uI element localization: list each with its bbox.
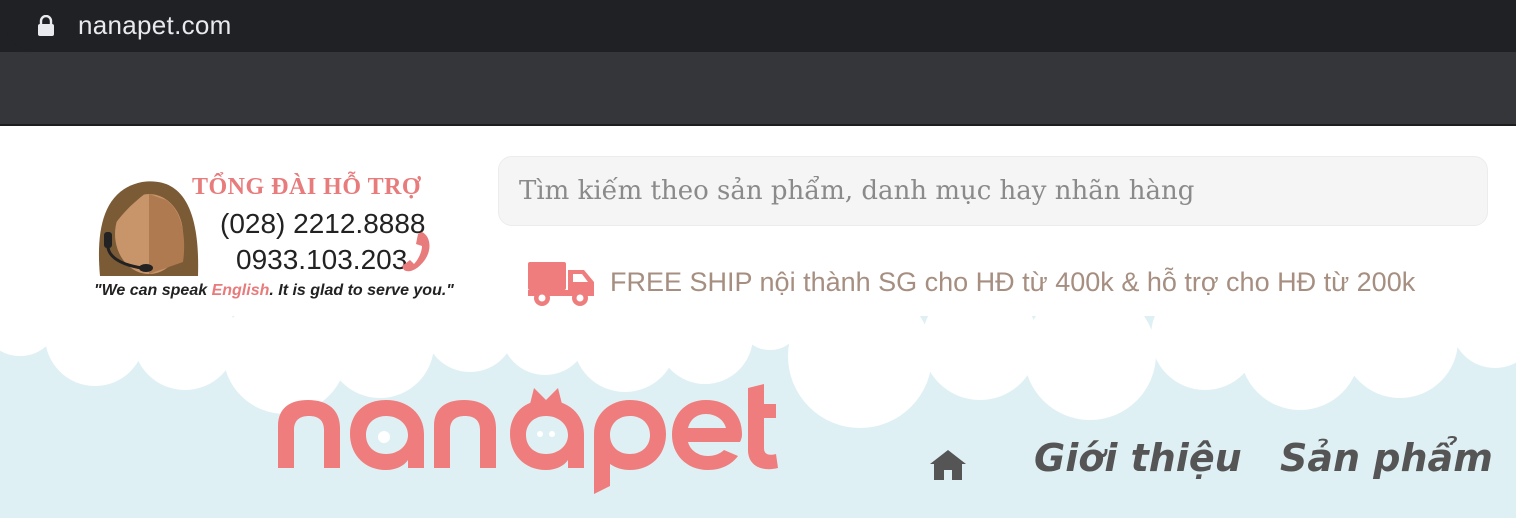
hotline-banner: TỔNG ĐÀI HỖ TRỢ (028) 2212.8888 0933.103… (86, 166, 454, 306)
support-agent-icon (98, 181, 199, 276)
browser-toolbar (0, 52, 1516, 124)
slogan-suffix: . It is glad to serve you." (269, 282, 454, 299)
site-header: TỔNG ĐÀI HỖ TRỢ (028) 2212.8888 0933.103… (0, 126, 1516, 518)
search-input[interactable] (499, 157, 1487, 225)
lock-icon (38, 15, 54, 36)
hotline-phone-primary[interactable]: (028) 2212.8888 (220, 208, 426, 240)
url-text[interactable]: nanapet.com (78, 10, 232, 41)
nanapet-logo[interactable] (276, 382, 780, 500)
shipping-notice: FREE SHIP nội thành SG cho HĐ từ 400k & … (526, 254, 1415, 310)
browser-address-bar: nanapet.com (0, 0, 1516, 52)
phone-icon (402, 232, 430, 272)
hotline-title: TỔNG ĐÀI HỖ TRỢ (192, 174, 422, 200)
slogan-language: English (211, 282, 270, 299)
hotline-slogan: "We can speak English. It is glad to ser… (94, 282, 454, 300)
shipping-text: FREE SHIP nội thành SG cho HĐ từ 400k & … (610, 266, 1416, 297)
url-bar[interactable]: nanapet.com (6, 0, 1516, 50)
delivery-truck-icon (528, 262, 594, 306)
home-icon[interactable] (928, 448, 968, 482)
hotline-phone-mobile[interactable]: 0933.103.203 (236, 244, 407, 276)
nav-item-about[interactable]: Giới thiệu (1034, 436, 1242, 480)
nav-item-products[interactable]: Sản phẩm (1280, 436, 1493, 480)
slogan-prefix: "We can speak (94, 282, 212, 299)
search-box[interactable] (498, 156, 1488, 226)
